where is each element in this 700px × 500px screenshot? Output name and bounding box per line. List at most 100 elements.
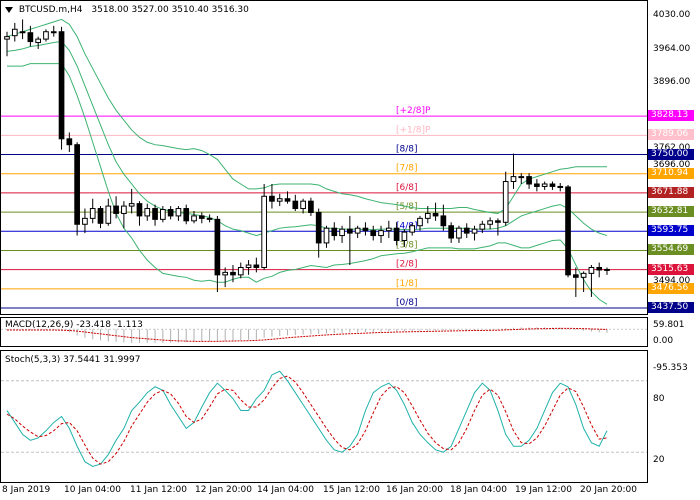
candle-body (105, 205, 112, 224)
murrey-level-label: [2/8] (396, 260, 418, 270)
candle-body (393, 227, 400, 241)
candle-body (66, 138, 73, 146)
price-level-tag: 3710.94 (648, 167, 694, 179)
candle-body (323, 227, 330, 244)
candle-body (35, 38, 42, 44)
candle-body (526, 176, 532, 185)
macd-signal-line (7, 327, 608, 342)
price-level-tag: 3828.13 (648, 110, 694, 122)
stoch-pane[interactable]: Stoch(5,3,3) 37.5441 31.9997 (0, 350, 648, 483)
candle-body (121, 205, 127, 214)
bollinger-middle-line (6, 41, 608, 237)
dropdown-triangle-icon[interactable] (5, 6, 13, 13)
candle-body (448, 225, 454, 239)
candle-body (43, 31, 49, 40)
candle-body (245, 264, 252, 268)
time-tick: 18 Jan 04:00 (450, 485, 507, 495)
candle-body (370, 230, 377, 237)
price-tick: 4030.00 (653, 10, 691, 20)
candle-body (534, 183, 540, 187)
macd-tick: 0.00 (653, 336, 674, 346)
candle-body (424, 212, 431, 219)
candle-body (261, 195, 267, 268)
time-tick: 19 Jan 12:00 (515, 485, 572, 495)
candle-body (191, 215, 197, 222)
price-level-tag: 3671.88 (648, 186, 694, 198)
macd-title: MACD(12,26,9) -23.418 -1.113 (5, 320, 143, 330)
candle-body (183, 208, 190, 222)
candle-body (339, 228, 345, 237)
candle-body (300, 200, 306, 210)
candle-body (580, 272, 587, 278)
stoch-tick: 80 (653, 394, 665, 404)
macd-tick: -95.353 (653, 363, 688, 373)
murrey-level-label: [8/8] (396, 145, 418, 155)
candle-body (222, 271, 229, 276)
candle-body (510, 176, 517, 183)
stoch-chart[interactable] (1, 351, 647, 482)
stoch-signal-line (6, 375, 608, 465)
time-tick: 8 Jan 2019 (2, 485, 51, 495)
price-level-tag: 3476.56 (648, 282, 694, 294)
candle-body (206, 217, 213, 220)
candle-body (237, 266, 244, 276)
candle-body (541, 183, 548, 187)
candle-body (401, 231, 408, 241)
candle-body (362, 227, 369, 232)
candle-body (144, 208, 151, 217)
candle-body (409, 225, 416, 233)
candle-body (58, 31, 65, 140)
candle-body (167, 209, 174, 217)
candle-body (549, 183, 556, 187)
candle-body (152, 208, 158, 220)
candle-body (175, 208, 182, 217)
time-tick: 14 Jan 04:00 (257, 485, 314, 495)
time-tick: 10 Jan 04:00 (64, 485, 121, 495)
price-pane[interactable]: [+2/8]P [+1/8]P [8/8] [7/8] [6/8] [5/8] [4/8][… (0, 0, 648, 315)
candle-body (11, 28, 18, 37)
chart-menu[interactable]: BTCUSD.m,H4 3518.00 3527.00 3510.40 3516… (5, 5, 249, 15)
candle-body (471, 228, 478, 234)
price-level-tag: 3632.81 (648, 206, 694, 218)
candle-body (502, 181, 509, 223)
time-tick: 16 Jan 20:00 (386, 485, 443, 495)
candle-body (588, 266, 595, 274)
candle-body (417, 217, 423, 227)
candle-body (354, 227, 361, 234)
candle-body (308, 200, 314, 213)
murrey-level-label: [0/8] (396, 298, 418, 308)
candle-body (385, 227, 392, 232)
candle-body (565, 186, 571, 276)
candle-body (198, 215, 205, 219)
candle-body (604, 268, 610, 271)
price-chart[interactable]: [+2/8]P[+1/8]P[8/8][7/8][6/8][5/8][4/8][… (1, 1, 647, 314)
ohlc-values: 3518.00 3527.00 3510.40 3516.30 (91, 5, 249, 15)
candle-body (378, 230, 384, 237)
chart-title: BTCUSD.m,H4 (18, 5, 83, 15)
candle-body (160, 209, 166, 220)
price-tick: 3964.00 (653, 44, 691, 54)
murrey-level-label: [+2/8]P (396, 106, 431, 116)
candle-body (440, 215, 447, 227)
candle-body (495, 220, 501, 223)
candle-body (50, 31, 57, 34)
candle-body (479, 223, 486, 230)
candle-body (432, 212, 439, 217)
candle-body (82, 217, 88, 225)
candle-body (4, 36, 10, 40)
candle-body (596, 266, 603, 271)
candle-body (572, 274, 579, 278)
price-level-tag: 3554.69 (648, 244, 694, 256)
price-level-tag: 3515.63 (648, 263, 694, 275)
candle-body (230, 271, 236, 276)
candle-body (253, 264, 260, 268)
price-tick: 3896.00 (653, 77, 691, 87)
time-tick: 15 Jan 12:00 (323, 485, 380, 495)
candle-body (557, 185, 564, 188)
candle-body (128, 203, 135, 207)
candle-body (347, 228, 353, 234)
price-level-tag: 3750.00 (648, 148, 694, 160)
candle-body (97, 208, 104, 224)
macd-pane[interactable]: MACD(12,26,9) -23.418 -1.113 (0, 317, 648, 347)
candle-body (292, 200, 299, 210)
